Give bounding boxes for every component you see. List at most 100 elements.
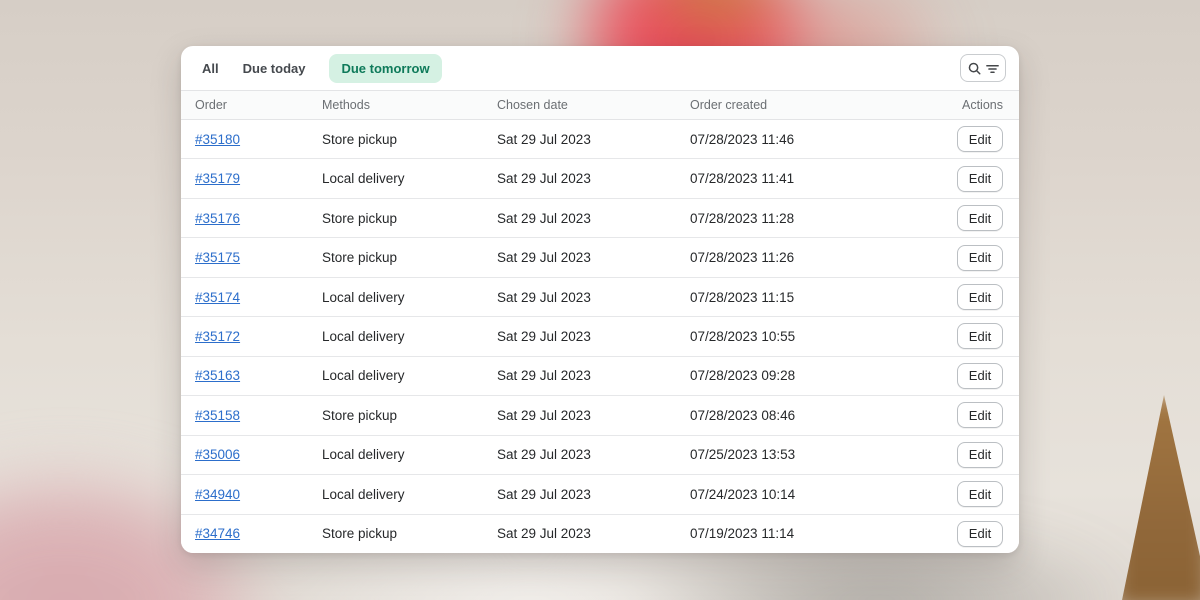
- tab-due-tomorrow[interactable]: Due tomorrow: [329, 54, 441, 83]
- created-cell: 07/28/2023 08:46: [690, 408, 907, 423]
- edit-button[interactable]: Edit: [957, 442, 1003, 468]
- table-header: Order Methods Chosen date Order created …: [181, 90, 1019, 120]
- tab-due-today[interactable]: Due today: [243, 54, 306, 83]
- edit-button[interactable]: Edit: [957, 323, 1003, 349]
- column-header-actions: Actions: [907, 98, 1019, 112]
- table-row: #34940 Local delivery Sat 29 Jul 2023 07…: [181, 475, 1019, 514]
- actions-cell: Edit: [907, 284, 1019, 310]
- chosen-date-cell: Sat 29 Jul 2023: [497, 250, 690, 265]
- method-cell: Store pickup: [322, 211, 497, 226]
- method-cell: Local delivery: [322, 447, 497, 462]
- order-cell: #35163: [181, 368, 322, 383]
- tab-list: All Due today Due tomorrow: [202, 54, 442, 83]
- chosen-date-cell: Sat 29 Jul 2023: [497, 487, 690, 502]
- table-row: #34746 Store pickup Sat 29 Jul 2023 07/1…: [181, 515, 1019, 553]
- method-cell: Store pickup: [322, 526, 497, 541]
- created-cell: 07/28/2023 10:55: [690, 329, 907, 344]
- order-cell: #35176: [181, 211, 322, 226]
- order-link[interactable]: #35174: [195, 290, 240, 305]
- tab-all[interactable]: All: [202, 54, 219, 83]
- chosen-date-cell: Sat 29 Jul 2023: [497, 526, 690, 541]
- chosen-date-cell: Sat 29 Jul 2023: [497, 132, 690, 147]
- created-cell: 07/28/2023 11:15: [690, 290, 907, 305]
- created-cell: 07/28/2023 11:28: [690, 211, 907, 226]
- edit-button[interactable]: Edit: [957, 284, 1003, 310]
- order-cell: #35006: [181, 447, 322, 462]
- method-cell: Local delivery: [322, 487, 497, 502]
- order-link[interactable]: #35163: [195, 368, 240, 383]
- table-row: #35176 Store pickup Sat 29 Jul 2023 07/2…: [181, 199, 1019, 238]
- method-cell: Store pickup: [322, 408, 497, 423]
- order-link[interactable]: #34746: [195, 526, 240, 541]
- order-cell: #34746: [181, 526, 322, 541]
- edit-button[interactable]: Edit: [957, 521, 1003, 547]
- edit-button[interactable]: Edit: [957, 126, 1003, 152]
- order-link[interactable]: #35179: [195, 171, 240, 186]
- table-row: #35179 Local delivery Sat 29 Jul 2023 07…: [181, 159, 1019, 198]
- orders-card: All Due today Due tomorrow Order Methods…: [181, 46, 1019, 553]
- order-cell: #35158: [181, 408, 322, 423]
- chosen-date-cell: Sat 29 Jul 2023: [497, 290, 690, 305]
- edit-button[interactable]: Edit: [957, 481, 1003, 507]
- method-cell: Local delivery: [322, 329, 497, 344]
- filter-icon: [985, 61, 1000, 76]
- column-header-order-created: Order created: [690, 98, 907, 112]
- edit-button[interactable]: Edit: [957, 166, 1003, 192]
- column-header-chosen-date: Chosen date: [497, 98, 690, 112]
- order-cell: #35179: [181, 171, 322, 186]
- method-cell: Store pickup: [322, 250, 497, 265]
- table-row: #35175 Store pickup Sat 29 Jul 2023 07/2…: [181, 238, 1019, 277]
- order-cell: #35174: [181, 290, 322, 305]
- created-cell: 07/28/2023 11:41: [690, 171, 907, 186]
- search-icon: [967, 61, 982, 76]
- table-row: #35163 Local delivery Sat 29 Jul 2023 07…: [181, 357, 1019, 396]
- actions-cell: Edit: [907, 166, 1019, 192]
- created-cell: 07/28/2023 11:26: [690, 250, 907, 265]
- actions-cell: Edit: [907, 481, 1019, 507]
- table-row: #35172 Local delivery Sat 29 Jul 2023 07…: [181, 317, 1019, 356]
- method-cell: Local delivery: [322, 368, 497, 383]
- order-link[interactable]: #35175: [195, 250, 240, 265]
- chosen-date-cell: Sat 29 Jul 2023: [497, 408, 690, 423]
- actions-cell: Edit: [907, 245, 1019, 271]
- order-cell: #34940: [181, 487, 322, 502]
- actions-cell: Edit: [907, 126, 1019, 152]
- method-cell: Store pickup: [322, 132, 497, 147]
- chosen-date-cell: Sat 29 Jul 2023: [497, 368, 690, 383]
- edit-button[interactable]: Edit: [957, 363, 1003, 389]
- order-cell: #35180: [181, 132, 322, 147]
- actions-cell: Edit: [907, 205, 1019, 231]
- order-link[interactable]: #35158: [195, 408, 240, 423]
- created-cell: 07/28/2023 11:46: [690, 132, 907, 147]
- method-cell: Local delivery: [322, 171, 497, 186]
- order-link[interactable]: #35172: [195, 329, 240, 344]
- table-row: #35006 Local delivery Sat 29 Jul 2023 07…: [181, 436, 1019, 475]
- edit-button[interactable]: Edit: [957, 245, 1003, 271]
- order-link[interactable]: #34940: [195, 487, 240, 502]
- actions-cell: Edit: [907, 363, 1019, 389]
- actions-cell: Edit: [907, 442, 1019, 468]
- created-cell: 07/24/2023 10:14: [690, 487, 907, 502]
- actions-cell: Edit: [907, 521, 1019, 547]
- created-cell: 07/25/2023 13:53: [690, 447, 907, 462]
- order-link[interactable]: #35006: [195, 447, 240, 462]
- created-cell: 07/19/2023 11:14: [690, 526, 907, 541]
- edit-button[interactable]: Edit: [957, 205, 1003, 231]
- edit-button[interactable]: Edit: [957, 402, 1003, 428]
- table-row: #35180 Store pickup Sat 29 Jul 2023 07/2…: [181, 120, 1019, 159]
- chosen-date-cell: Sat 29 Jul 2023: [497, 211, 690, 226]
- method-cell: Local delivery: [322, 290, 497, 305]
- chosen-date-cell: Sat 29 Jul 2023: [497, 171, 690, 186]
- search-filter-button[interactable]: [960, 54, 1006, 82]
- column-header-order: Order: [181, 98, 322, 112]
- created-cell: 07/28/2023 09:28: [690, 368, 907, 383]
- order-cell: #35175: [181, 250, 322, 265]
- actions-cell: Edit: [907, 402, 1019, 428]
- order-link[interactable]: #35180: [195, 132, 240, 147]
- order-link[interactable]: #35176: [195, 211, 240, 226]
- column-header-methods: Methods: [322, 98, 497, 112]
- table-body: #35180 Store pickup Sat 29 Jul 2023 07/2…: [181, 120, 1019, 553]
- chosen-date-cell: Sat 29 Jul 2023: [497, 447, 690, 462]
- order-cell: #35172: [181, 329, 322, 344]
- table-row: #35158 Store pickup Sat 29 Jul 2023 07/2…: [181, 396, 1019, 435]
